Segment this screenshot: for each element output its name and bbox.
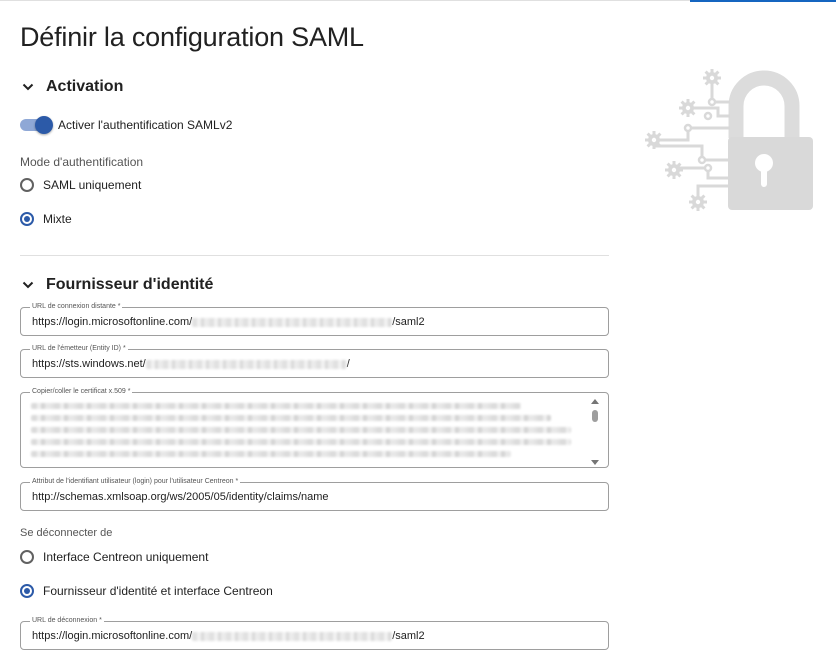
section-identity-provider-header[interactable]: Fournisseur d'identité [20, 276, 213, 294]
field-label: URL de l'émetteur (Entity ID) * [30, 344, 128, 354]
field-value: https://login.microsoftonline.com/ /saml… [32, 316, 425, 328]
scroll-down-icon[interactable] [591, 460, 599, 465]
user-attribute-field[interactable]: Attribut de l'identifiant utilisateur (l… [20, 477, 609, 511]
field-label: Copier/coller le certificat x.509 * [30, 387, 133, 397]
radio-button[interactable] [20, 584, 34, 598]
field-label: URL de déconnexion * [30, 616, 104, 626]
field-label: Attribut de l'identifiant utilisateur (l… [30, 477, 241, 487]
radio-mixed[interactable]: Mixte [20, 212, 72, 226]
radio-label: Mixte [43, 212, 72, 226]
page-title: Définir la configuration SAML [20, 22, 364, 52]
radio-button[interactable] [20, 212, 34, 226]
value-suffix: /saml2 [392, 630, 425, 642]
logout-label: Se déconnecter de [20, 527, 113, 539]
redacted-value [192, 317, 393, 327]
scroll-up-icon[interactable] [591, 399, 599, 404]
certificate-textarea[interactable]: Copier/coller le certificat x.509 * [20, 387, 609, 468]
chevron-down-icon[interactable] [20, 277, 36, 293]
auth-mode-label: Mode d'authentification [20, 155, 144, 169]
saml-activation-toggle[interactable] [20, 116, 53, 134]
value-suffix: / [346, 358, 350, 370]
radio-logout-idp-and-centreon[interactable]: Fournisseur d'identité et interface Cent… [20, 584, 273, 598]
field-value: https://login.microsoftonline.com/ /saml… [32, 630, 425, 642]
value-prefix: https://login.microsoftonline.com/ [32, 630, 193, 642]
redacted-value [192, 631, 393, 641]
logout-url-field[interactable]: URL de déconnexion * https://login.micro… [20, 616, 609, 650]
scrollbar-thumb[interactable] [592, 410, 598, 422]
radio-label: SAML uniquement [43, 178, 142, 192]
radio-button[interactable] [20, 550, 34, 564]
top-accent-bar [690, 0, 836, 2]
section-divider [20, 255, 609, 256]
section-identity-provider-title: Fournisseur d'identité [46, 276, 214, 293]
section-activation-header[interactable]: Activation [20, 78, 123, 96]
radio-logout-centreon-only[interactable]: Interface Centreon uniquement [20, 550, 208, 564]
redacted-certificate [31, 403, 579, 463]
field-value: https://sts.windows.net/ / [32, 358, 350, 370]
padlock-circuit-icon [642, 68, 816, 221]
value-suffix: /saml2 [392, 316, 425, 328]
login-url-field[interactable]: URL de connexion distante * https://logi… [20, 302, 609, 336]
radio-label: Fournisseur d'identité et interface Cent… [43, 584, 273, 598]
section-activation-title: Activation [46, 78, 124, 95]
radio-button[interactable] [20, 178, 34, 192]
field-label: URL de connexion distante * [30, 302, 123, 312]
field-value: http://schemas.xmlsoap.org/ws/2005/05/id… [32, 491, 329, 503]
value-prefix: https://login.microsoftonline.com/ [32, 316, 193, 328]
radio-saml-only[interactable]: SAML uniquement [20, 178, 141, 192]
radio-label: Interface Centreon uniquement [43, 550, 209, 564]
redacted-value [145, 359, 347, 369]
value-prefix: https://sts.windows.net/ [32, 358, 146, 370]
toggle-label: Activer l'authentification SAMLv2 [58, 118, 233, 132]
issuer-url-field[interactable]: URL de l'émetteur (Entity ID) * https://… [20, 344, 609, 378]
textarea-scrollbar[interactable] [590, 399, 600, 465]
chevron-down-icon[interactable] [20, 79, 36, 95]
